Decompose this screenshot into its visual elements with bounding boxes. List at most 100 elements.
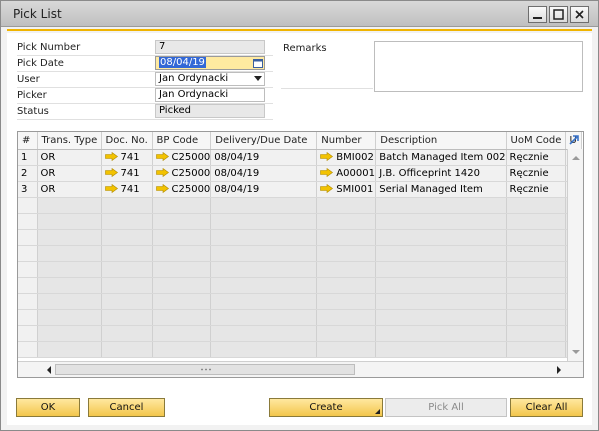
cell-empty[interactable] xyxy=(152,245,212,262)
cell-empty[interactable] xyxy=(506,213,566,230)
cell-empty[interactable] xyxy=(210,325,318,342)
cell-empty[interactable] xyxy=(506,309,566,326)
cell-empty[interactable] xyxy=(506,197,566,214)
cell-trans-type[interactable]: OR xyxy=(37,165,102,182)
cell-empty[interactable] xyxy=(37,325,102,342)
cell-empty[interactable] xyxy=(18,213,38,230)
cell-empty[interactable] xyxy=(375,197,507,214)
cancel-button[interactable]: Cancel xyxy=(88,398,165,417)
cell-empty[interactable] xyxy=(37,341,102,358)
empty-row[interactable] xyxy=(18,261,582,278)
cell-empty[interactable] xyxy=(18,261,38,278)
calendar-icon[interactable] xyxy=(253,58,263,68)
cell-doc-no[interactable]: 741 xyxy=(101,149,153,166)
cell-empty[interactable] xyxy=(316,245,377,262)
empty-row[interactable] xyxy=(18,229,582,246)
cell-empty[interactable] xyxy=(152,229,212,246)
cell-empty[interactable] xyxy=(18,341,38,358)
cell-empty[interactable] xyxy=(375,341,507,358)
ok-button[interactable]: OK xyxy=(16,398,80,417)
cell-empty[interactable] xyxy=(210,309,318,326)
cell-uom[interactable]: Ręcznie xyxy=(506,165,566,182)
cell-empty[interactable] xyxy=(506,229,566,246)
cell-empty[interactable] xyxy=(37,277,102,294)
cell-empty[interactable] xyxy=(152,309,212,326)
cell-number[interactable]: BMI002 xyxy=(316,149,377,166)
cell-doc-no[interactable]: 741 xyxy=(101,181,153,198)
table-row[interactable]: 2 OR 741 C25000 08/04/19 A00001 J.B. Officepri… xyxy=(18,165,582,182)
clear-all-button[interactable]: Clear All xyxy=(510,398,583,417)
cell-empty[interactable] xyxy=(210,277,318,294)
maximize-button[interactable] xyxy=(549,6,568,23)
cell-empty[interactable] xyxy=(101,245,153,262)
minimize-button[interactable] xyxy=(528,6,547,23)
cell-empty[interactable] xyxy=(101,293,153,310)
column-header[interactable]: Delivery/Due Date xyxy=(210,132,318,150)
cell-empty[interactable] xyxy=(37,261,102,278)
cell-empty[interactable] xyxy=(375,325,507,342)
cell-empty[interactable] xyxy=(18,293,38,310)
column-header[interactable]: # xyxy=(18,132,38,150)
cell-empty[interactable] xyxy=(506,261,566,278)
link-arrow-icon[interactable] xyxy=(320,183,334,193)
cell-empty[interactable] xyxy=(152,213,212,230)
column-header[interactable]: BP Code xyxy=(152,132,212,150)
link-arrow-icon[interactable] xyxy=(104,183,118,193)
cell-num[interactable]: 2 xyxy=(18,165,38,182)
cell-empty[interactable] xyxy=(18,229,38,246)
cell-empty[interactable] xyxy=(375,229,507,246)
link-arrow-icon[interactable] xyxy=(155,151,169,161)
cell-empty[interactable] xyxy=(375,309,507,326)
link-arrow-icon[interactable] xyxy=(155,167,169,177)
column-header[interactable]: Number xyxy=(316,132,377,150)
cell-empty[interactable] xyxy=(101,261,153,278)
cell-bp-code[interactable]: C25000 xyxy=(152,181,212,198)
cell-empty[interactable] xyxy=(375,277,507,294)
scroll-right-icon[interactable] xyxy=(552,363,566,377)
cell-num[interactable]: 3 xyxy=(18,181,38,198)
cell-num[interactable]: 1 xyxy=(18,149,38,166)
cell-empty[interactable] xyxy=(506,293,566,310)
scroll-left-icon[interactable] xyxy=(42,363,56,377)
empty-row[interactable] xyxy=(18,245,582,262)
cell-empty[interactable] xyxy=(37,309,102,326)
column-header[interactable]: UoM Code xyxy=(506,132,566,150)
cell-empty[interactable] xyxy=(101,341,153,358)
link-arrow-icon[interactable] xyxy=(320,151,334,161)
cell-uom[interactable]: Ręcznie xyxy=(506,149,566,166)
expand-icon[interactable] xyxy=(568,134,580,146)
cell-uom[interactable]: Ręcznie xyxy=(506,181,566,198)
cell-empty[interactable] xyxy=(18,277,38,294)
link-arrow-icon[interactable] xyxy=(320,167,334,177)
cell-empty[interactable] xyxy=(210,293,318,310)
empty-row[interactable] xyxy=(18,197,582,214)
cell-empty[interactable] xyxy=(18,197,38,214)
cell-trans-type[interactable]: OR xyxy=(37,181,102,198)
cell-empty[interactable] xyxy=(210,341,318,358)
user-dropdown[interactable]: Jan Ordynacki xyxy=(155,72,265,86)
cell-bp-code[interactable]: C25000 xyxy=(152,149,212,166)
cell-empty[interactable] xyxy=(506,245,566,262)
pick-date-field[interactable]: 08/04/19 xyxy=(155,56,265,70)
cell-empty[interactable] xyxy=(375,261,507,278)
cell-empty[interactable] xyxy=(375,213,507,230)
cell-empty[interactable] xyxy=(316,309,377,326)
column-header[interactable]: Doc. No. xyxy=(101,132,153,150)
link-arrow-icon[interactable] xyxy=(155,183,169,193)
cell-empty[interactable] xyxy=(210,213,318,230)
cell-empty[interactable] xyxy=(506,341,566,358)
cell-description[interactable]: Batch Managed Item 002 xyxy=(375,149,507,166)
table-row[interactable]: 1 OR 741 C25000 08/04/19 BMI002 Batch Managed … xyxy=(18,149,582,166)
cell-empty[interactable] xyxy=(210,261,318,278)
cell-empty[interactable] xyxy=(316,293,377,310)
cell-date[interactable]: 08/04/19 xyxy=(210,149,318,166)
cell-description[interactable]: J.B. Officeprint 1420 xyxy=(375,165,507,182)
cell-empty[interactable] xyxy=(375,245,507,262)
cell-empty[interactable] xyxy=(316,197,377,214)
cell-empty[interactable] xyxy=(506,277,566,294)
cell-empty[interactable] xyxy=(37,229,102,246)
cell-empty[interactable] xyxy=(210,197,318,214)
cell-date[interactable]: 08/04/19 xyxy=(210,181,318,198)
cell-doc-no[interactable]: 741 xyxy=(101,165,153,182)
link-arrow-icon[interactable] xyxy=(104,167,118,177)
